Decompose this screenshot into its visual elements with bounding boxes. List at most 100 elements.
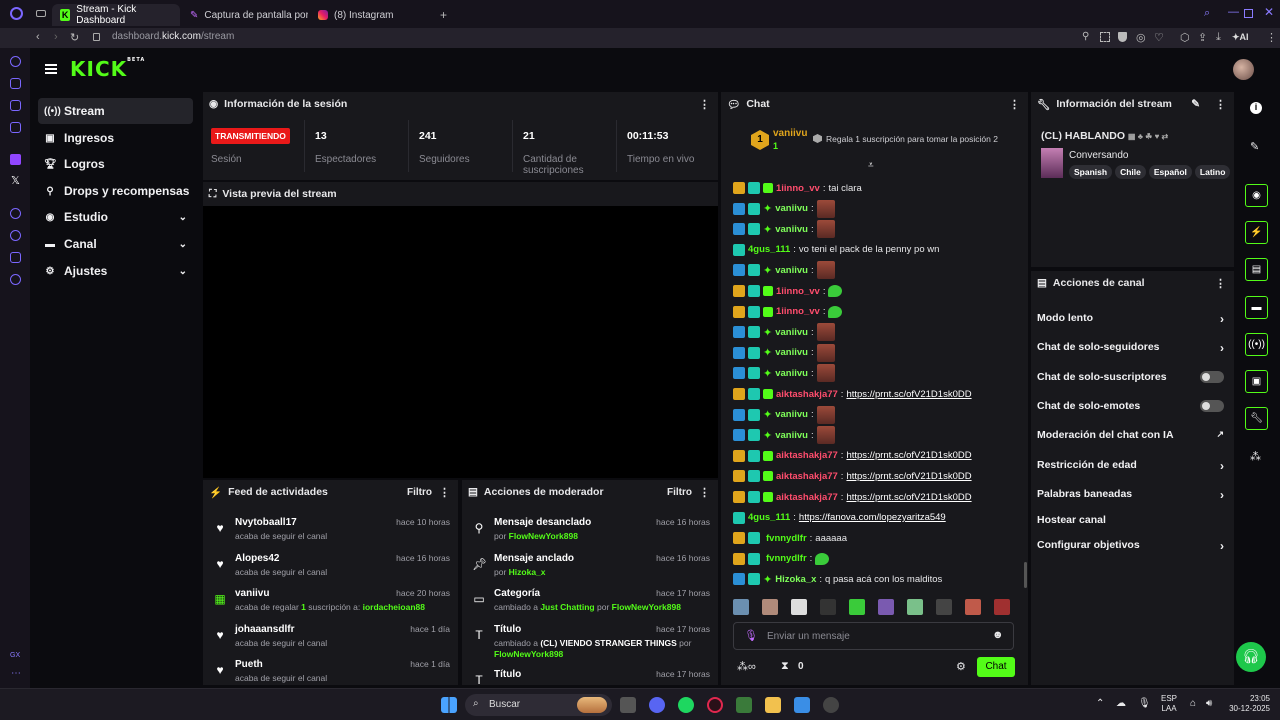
- more-options-icon[interactable]: ⋮: [1009, 98, 1020, 111]
- user-avatar[interactable]: [1233, 59, 1254, 80]
- action-followers-only[interactable]: Chat de solo-seguidores ›: [1037, 341, 1224, 355]
- chat-link[interactable]: https://prnt.sc/ofV21D1sk0DD: [846, 471, 971, 482]
- url-field[interactable]: dashboard.kick.com/stream: [112, 31, 234, 42]
- minimize-icon[interactable]: —: [1228, 6, 1239, 18]
- rail-chat-button[interactable]: ▬: [1245, 296, 1268, 319]
- more-options-icon[interactable]: ⋮: [1215, 277, 1226, 290]
- shield-icon[interactable]: [1118, 32, 1127, 42]
- chat-link[interactable]: https://fanova.com/lopezyaritza549: [799, 512, 946, 523]
- chat-link[interactable]: https://prnt.sc/ofV21D1sk0DD: [846, 389, 971, 400]
- chat-username[interactable]: vaniivu: [775, 409, 808, 420]
- chat-link[interactable]: https://prnt.sc/ofV21D1sk0DD: [846, 492, 971, 503]
- tag[interactable]: Spanish: [1069, 165, 1113, 179]
- reload-icon[interactable]: ↻: [70, 31, 79, 44]
- recent-emote-icon[interactable]: [907, 599, 923, 615]
- recent-emote-icon[interactable]: [762, 599, 778, 615]
- category-name[interactable]: Conversando: [1069, 150, 1128, 161]
- rail-bolt-button[interactable]: ⚡: [1245, 221, 1268, 244]
- sidebar-item-stream[interactable]: ((•)) Stream: [38, 98, 193, 124]
- file-explorer-icon[interactable]: [765, 697, 781, 713]
- more-options-icon[interactable]: ⋮: [699, 98, 710, 111]
- twitch-icon[interactable]: [10, 154, 21, 165]
- filter-button[interactable]: Filtro: [407, 487, 432, 498]
- emote-image[interactable]: [816, 261, 835, 280]
- rail-actions-button[interactable]: ▣: [1245, 370, 1268, 393]
- tray-mic-icon[interactable]: 🎙︎: [1138, 698, 1151, 709]
- close-window-icon[interactable]: ✕: [1264, 5, 1274, 19]
- opera-gx-taskbar-icon[interactable]: [707, 697, 723, 713]
- extensions-icon[interactable]: ⬡: [1180, 31, 1190, 44]
- pin-icon[interactable]: ⚲: [1082, 31, 1089, 42]
- chat-input-box[interactable]: 🎙︎ Enviar un mensaje ☻: [733, 622, 1014, 650]
- action-banned-words[interactable]: Palabras baneadas ›: [1037, 488, 1224, 502]
- emotes-only-toggle[interactable]: [1200, 400, 1224, 412]
- sidebar-item-logros[interactable]: 🏆︎ Logros: [38, 151, 193, 177]
- hamburger-menu-icon[interactable]: [45, 64, 57, 74]
- tray-app-icon[interactable]: ☁: [1116, 698, 1126, 709]
- recent-emote-icon[interactable]: [849, 599, 865, 615]
- mod-user[interactable]: FlowNewYork898: [612, 602, 681, 612]
- task-view-icon[interactable]: [620, 697, 636, 713]
- pepe-emote-icon[interactable]: [828, 305, 843, 318]
- steam-icon[interactable]: [823, 697, 839, 713]
- store-icon[interactable]: [794, 697, 810, 713]
- ai-button[interactable]: ✦AI: [1232, 32, 1249, 43]
- rail-camera-button[interactable]: ◉: [1245, 184, 1268, 207]
- emote-image[interactable]: [816, 199, 835, 218]
- feed-user[interactable]: johaaansdlfr: [235, 624, 294, 635]
- download-icon[interactable]: ⤓: [1216, 31, 1221, 44]
- filter-button[interactable]: Filtro: [667, 487, 692, 498]
- chat-username[interactable]: 1iinno_vv: [776, 306, 820, 317]
- info-icon[interactable]: i: [1250, 102, 1262, 114]
- sidebar-item-estudio[interactable]: ◉ Estudio ⌄: [38, 204, 193, 230]
- rail-wrench-button[interactable]: 🔧︎: [1245, 407, 1268, 430]
- chat-username[interactable]: 1iinno_vv: [776, 286, 820, 297]
- pepe-emote-icon[interactable]: [815, 552, 830, 565]
- more-dots-icon[interactable]: ⋯: [11, 668, 21, 679]
- tag[interactable]: Chile: [1115, 165, 1146, 179]
- tray-chevron-icon[interactable]: ⌃: [1096, 698, 1104, 709]
- spotify-icon[interactable]: [678, 697, 694, 713]
- share-icon[interactable]: ⇪: [1198, 31, 1207, 44]
- video-player[interactable]: [203, 208, 718, 478]
- emote-image[interactable]: [816, 323, 835, 342]
- back-icon[interactable]: ‹: [36, 31, 40, 43]
- gifter-name[interactable]: vaniivu: [773, 128, 807, 139]
- chat-username[interactable]: aiktashakja77: [776, 492, 838, 503]
- menu-dots-icon[interactable]: ⋮: [1266, 31, 1277, 44]
- chat-username[interactable]: 4gus_111: [748, 512, 790, 523]
- chat-username[interactable]: aiktashakja77: [776, 389, 838, 400]
- send-chat-button[interactable]: Chat: [977, 657, 1015, 677]
- recent-emote-icon[interactable]: [878, 599, 894, 615]
- opera-logo-icon[interactable]: [10, 7, 23, 20]
- opera-workspace-icon[interactable]: [10, 78, 21, 89]
- opera-mail-icon[interactable]: [10, 122, 21, 133]
- chat-username[interactable]: fvnnydlfr: [766, 533, 807, 544]
- feed-user[interactable]: vaniivu: [235, 588, 269, 599]
- feed-user[interactable]: Nvytobaall17: [235, 517, 297, 528]
- action-age-restriction[interactable]: Restricción de edad ›: [1037, 459, 1224, 473]
- recent-emote-icon[interactable]: [733, 599, 749, 615]
- chat-username[interactable]: aiktashakja77: [776, 450, 838, 461]
- chat-username[interactable]: aiktashakja77: [776, 471, 838, 482]
- subscribers-only-toggle[interactable]: [1200, 371, 1224, 383]
- chat-username[interactable]: vaniivu: [775, 347, 808, 358]
- tab-captura[interactable]: ✎ Captura de pantalla por Le: [182, 4, 308, 26]
- mod-user[interactable]: FlowNewYork898: [509, 531, 578, 541]
- gx-icon[interactable]: GX: [10, 652, 20, 659]
- windows-start-icon[interactable]: [441, 697, 457, 713]
- sidebar-item-ingresos[interactable]: ▣ Ingresos: [38, 125, 193, 151]
- pepe-emote-icon[interactable]: [828, 285, 843, 297]
- feed-user[interactable]: Pueth: [235, 659, 263, 670]
- sub-recipient[interactable]: iordacheioan88: [363, 602, 425, 612]
- action-goals[interactable]: Configurar objetivos ›: [1037, 539, 1224, 553]
- heart-icon[interactable]: ♡: [1154, 31, 1164, 44]
- chat-username[interactable]: 4gus_111: [748, 244, 790, 255]
- chat-username[interactable]: fvnnydlfr: [766, 553, 807, 564]
- microphone-icon[interactable]: 🎙︎: [744, 629, 758, 642]
- snapshot-icon[interactable]: [1100, 32, 1110, 42]
- more-options-icon[interactable]: ⋮: [699, 486, 710, 499]
- recent-emote-icon[interactable]: [994, 599, 1010, 615]
- action-ai-moderation[interactable]: Moderación del chat con IA ↗: [1037, 429, 1224, 441]
- edit-icon[interactable]: ✎: [1250, 140, 1259, 153]
